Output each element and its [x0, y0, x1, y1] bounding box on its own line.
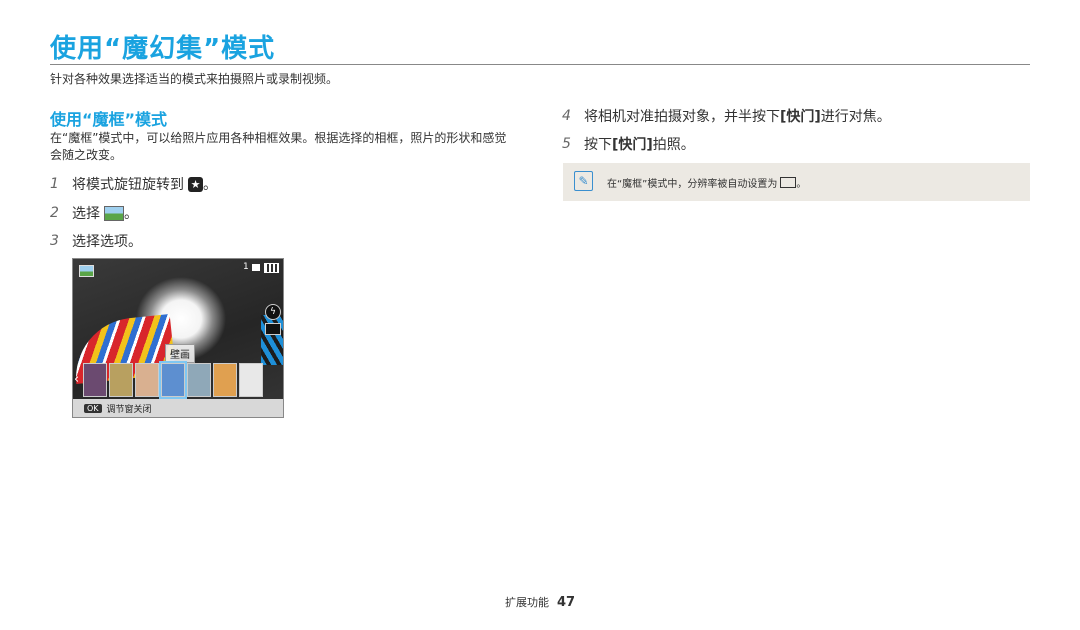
frame-thumbnail — [239, 363, 263, 397]
note-icon: ✎ — [574, 171, 593, 191]
page-title: 使用“魔幻集”模式 — [50, 34, 276, 64]
resolution-icon — [780, 177, 797, 188]
page-footer: 扩展功能 47 — [505, 594, 575, 610]
screen-footer-text: 调节窗关闭 — [106, 404, 152, 415]
ok-key-icon: OK — [84, 403, 102, 413]
step-text: 选择选项。 — [72, 234, 142, 250]
frame-thumbnail — [83, 363, 107, 397]
section-heading: 使用“魔框”模式 — [50, 110, 168, 129]
step-number: 2 — [50, 205, 59, 221]
frame-size-icon — [265, 323, 281, 335]
mode-dial-star-icon: ★ — [188, 176, 203, 192]
shutter-key: [快门] — [612, 137, 653, 153]
step-1: 1 将模式旋钮旋转到 ★ 。 — [50, 174, 217, 194]
flash-icon: ϟ — [265, 304, 281, 320]
shutter-key: [快门] — [780, 109, 821, 125]
step-number: 3 — [50, 233, 59, 249]
battery-icon — [264, 263, 279, 273]
step-text: 将相机对准拍摄对象，并半按下 — [584, 109, 780, 125]
step-suffix: 。 — [203, 177, 217, 193]
screen-footer: OK 调节窗关闭 — [73, 399, 283, 417]
step-number: 5 — [562, 136, 571, 152]
memory-card-icon — [252, 264, 260, 271]
frame-name-label: 壁画 — [165, 344, 195, 363]
intro-text: 针对各种效果选择适当的模式来拍摄照片或录制视频。 — [50, 72, 339, 86]
step-suffix: 拍照。 — [652, 137, 695, 153]
step-text: 将模式旋钮旋转到 — [72, 177, 184, 193]
step-text: 按下 — [584, 137, 612, 153]
step-suffix: 。 — [124, 206, 138, 222]
step-number: 1 — [50, 176, 59, 192]
step-suffix: 进行对焦。 — [820, 109, 891, 125]
shot-count: 1 — [243, 262, 249, 272]
magic-frame-icon — [104, 205, 124, 221]
footer-section: 扩展功能 — [505, 596, 549, 609]
step-4: 4 将相机对准拍摄对象，并半按下 [快门] 进行对焦。 — [562, 106, 891, 126]
page-number: 47 — [557, 595, 576, 610]
title-divider — [50, 64, 1030, 65]
section-description: 在“魔框”模式中，可以给照片应用各种相框效果。根据选择的相框，照片的形状和感觉会… — [50, 131, 507, 162]
frame-thumbnail — [135, 363, 159, 397]
frame-thumbnails — [73, 361, 283, 399]
step-2: 2 选择 。 — [50, 203, 138, 223]
magic-frame-mode-icon — [79, 265, 94, 277]
note-text: 在“魔框”模式中，分辨率被自动设置为 。 — [607, 175, 806, 190]
step-3: 3 选择选项。 — [50, 231, 142, 251]
frame-thumbnail — [187, 363, 211, 397]
frame-thumbnail-selected — [159, 361, 187, 399]
frame-thumbnail — [109, 363, 133, 397]
note-box: ✎ 在“魔框”模式中，分辨率被自动设置为 。 — [563, 163, 1030, 201]
frame-thumbnail — [213, 363, 237, 397]
step-text: 选择 — [72, 206, 100, 222]
note-body: 在“魔框”模式中，分辨率被自动设置为 — [607, 179, 778, 190]
camera-screen-illustration: 1 ϟ 壁画 ‹ OK 调节窗关闭 — [72, 258, 284, 418]
step-number: 4 — [562, 108, 571, 124]
note-suffix: 。 — [796, 179, 807, 190]
step-5: 5 按下 [快门] 拍照。 — [562, 134, 695, 154]
